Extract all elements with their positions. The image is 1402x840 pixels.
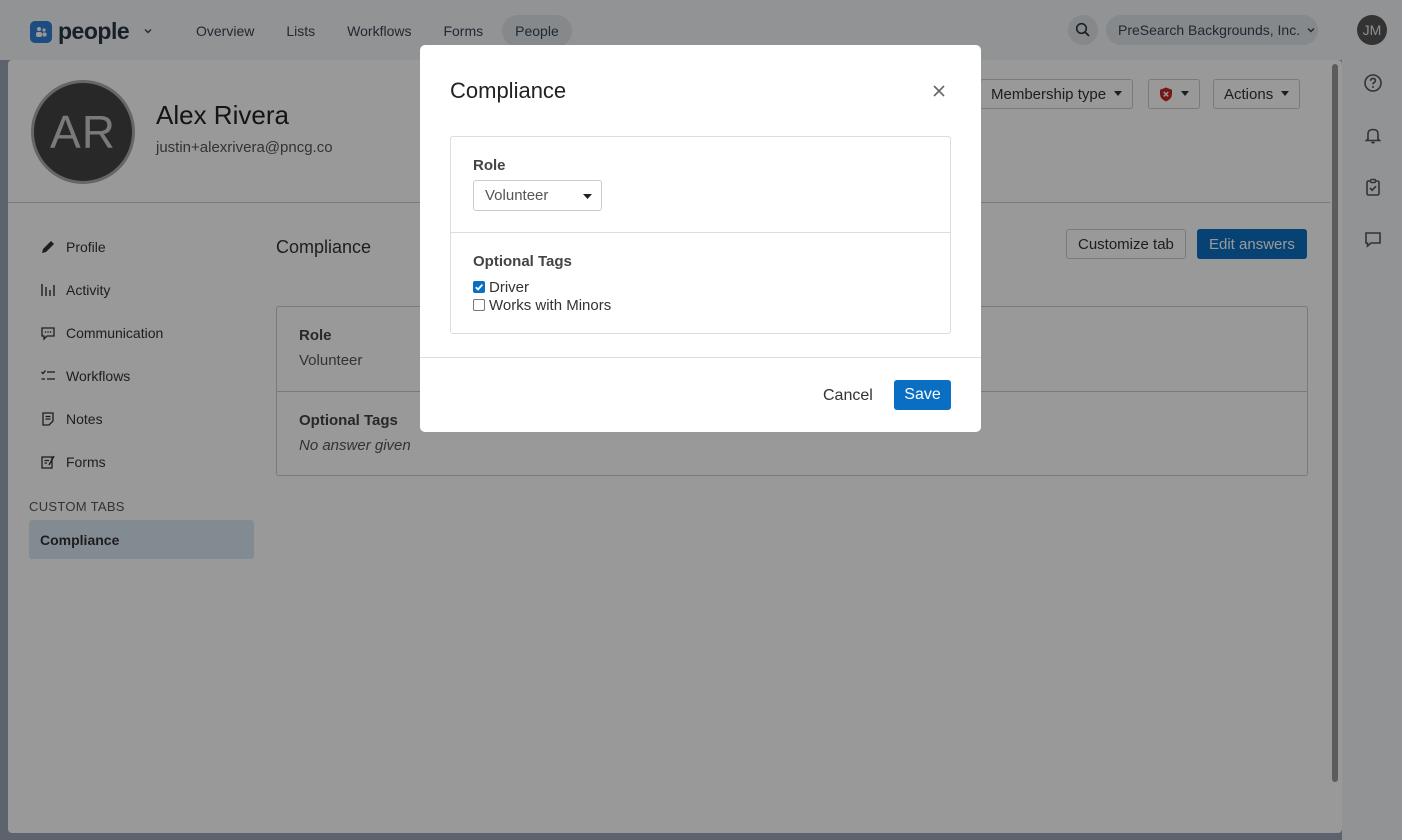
role-select-value: Volunteer [485,187,549,204]
compliance-modal: Compliance Role Volunteer Optional Tags … [420,45,981,432]
works-with-minors-label: Works with Minors [489,296,612,314]
modal-title: Compliance [450,78,567,103]
modal-footer-divider [420,357,981,358]
optional-tags-section: Optional Tags Driver Works with Minors [451,232,950,334]
optional-tags-label: Optional Tags [473,253,572,270]
save-button[interactable]: Save [894,380,951,410]
tag-works-with-minors[interactable]: Works with Minors [473,296,928,314]
cancel-button[interactable]: Cancel [823,381,873,410]
caret-down-icon [583,194,592,199]
driver-label: Driver [489,278,529,296]
close-icon [933,85,945,97]
role-section: Role Volunteer [451,137,950,232]
role-label: Role [473,157,506,174]
checkmark-icon [475,283,484,291]
role-select[interactable]: Volunteer [473,180,602,211]
tag-driver[interactable]: Driver [473,278,928,296]
driver-checkbox[interactable] [473,281,485,293]
close-button[interactable] [931,83,947,99]
works-with-minors-checkbox[interactable] [473,299,485,311]
compliance-form: Role Volunteer Optional Tags Driver Work… [450,136,951,334]
